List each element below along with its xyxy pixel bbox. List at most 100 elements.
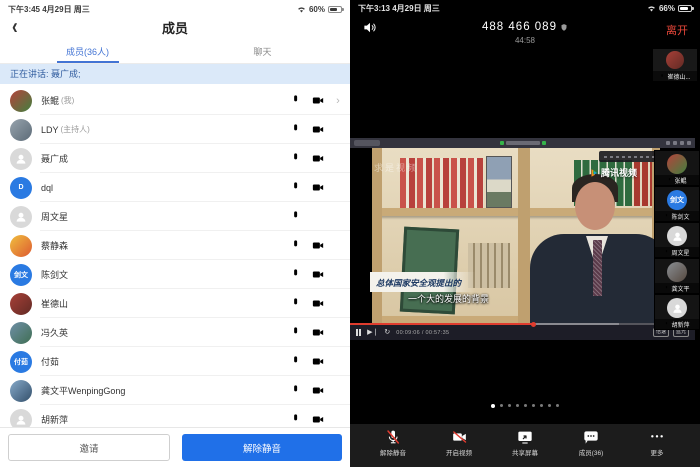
participant-thumbnail[interactable]: 张鲲	[654, 150, 700, 186]
camera-status-icon	[311, 152, 325, 165]
thumbnail-name: 周文星	[671, 248, 689, 257]
participant-thumbnail[interactable]: 龚文平	[654, 258, 700, 294]
wifi-icon	[647, 5, 656, 12]
member-row[interactable]: 崔德山 ›	[0, 289, 350, 318]
back-chevron-icon[interactable]: ‹	[12, 14, 18, 40]
play-logo-icon	[589, 168, 599, 178]
pause-button[interactable]	[356, 329, 361, 336]
toolbar-unmute[interactable]: 解除静音	[372, 429, 414, 467]
avatar-initials: 付茹	[14, 357, 28, 367]
speaker-audio-icon[interactable]	[362, 20, 378, 40]
member-row[interactable]: D dql ›	[0, 173, 350, 202]
tab-chat[interactable]: 聊天	[175, 42, 350, 63]
more-dots-icon	[649, 429, 665, 445]
member-avatar	[10, 293, 32, 315]
camera-status-icon	[311, 384, 325, 397]
page-dot	[548, 404, 551, 407]
member-row[interactable]: 蔡静森 ›	[0, 231, 350, 260]
camera-status-icon	[311, 239, 325, 252]
toolbar-share-screen[interactable]: 共享屏幕	[504, 429, 546, 467]
mic-status-icon	[289, 210, 302, 223]
tencent-video-logo: 腾讯视频	[589, 166, 637, 179]
right-battery-icon	[678, 5, 692, 12]
member-avatar	[10, 409, 32, 428]
meeting-toolbar: 解除静音 开启视频 共享屏幕	[350, 424, 700, 467]
shelf-frame	[372, 148, 382, 325]
thumbnail-avatar: 剑文	[667, 190, 687, 210]
person-placeholder-icon	[14, 210, 28, 224]
member-row[interactable]: 付茹 付茹 ›	[0, 347, 350, 376]
left-status-time: 下午3:45 4月29日 周三	[8, 4, 90, 15]
member-row[interactable]: 龚文平WenpingGong ›	[0, 376, 350, 405]
camera-status-icon	[311, 355, 325, 368]
playback-time: 00:09:06 / 00:57:35	[396, 330, 449, 336]
member-avatar	[10, 380, 32, 402]
member-name: 胡新萍	[41, 413, 68, 426]
speaker-person	[575, 182, 615, 230]
camera-status-icon	[311, 326, 325, 339]
mic-status-icon	[289, 123, 302, 136]
member-avatar: D	[10, 177, 32, 199]
page-dot	[524, 404, 527, 407]
member-name: 龚文平WenpingGong	[41, 384, 125, 397]
member-row[interactable]: LDY (主持人) ›	[0, 115, 350, 144]
member-avatar	[10, 206, 32, 228]
member-name: LDY	[41, 125, 59, 135]
replay-icon[interactable]: ↻	[384, 325, 390, 340]
participant-thumbnail[interactable]: 周文星	[654, 222, 700, 258]
thumbnail-mic-icon	[664, 249, 669, 255]
shelf-board	[372, 208, 660, 216]
member-row[interactable]: 张鲲 (我) ›	[0, 86, 350, 115]
shield-icon	[560, 23, 568, 32]
camera-status-icon	[311, 297, 325, 310]
member-role-tag: (主持人)	[61, 124, 90, 135]
camera-status-icon	[311, 268, 325, 281]
thumbnail-name: 龚文平	[671, 284, 689, 293]
person-placeholder-icon	[14, 413, 28, 427]
page-dot	[532, 404, 535, 407]
leave-button[interactable]: 离开	[666, 22, 688, 38]
left-battery-icon	[328, 6, 342, 13]
toolbar-start-video[interactable]: 开启视频	[438, 429, 480, 467]
member-avatar	[10, 322, 32, 344]
invite-button[interactable]: 邀请	[8, 434, 170, 461]
camera-off-icon	[451, 429, 468, 445]
member-row[interactable]: 周文星 ›	[0, 202, 350, 231]
meeting-timer: 44:58	[350, 36, 700, 45]
participant-thumbnail[interactable]: 胡新萍	[654, 294, 700, 330]
right-battery-percent: 66%	[659, 4, 675, 13]
page-dot	[556, 404, 559, 407]
video-player-controls: ▶❘ ↻ 00:09:06 / 00:57:35 倍速 蓝光	[350, 325, 695, 340]
video-progress-played	[350, 323, 533, 325]
person-placeholder-icon	[14, 152, 28, 166]
avatar-initials: D	[18, 184, 23, 191]
page-dot	[500, 404, 503, 407]
speaker-avatar	[666, 51, 684, 69]
toolbar-more[interactable]: 更多	[636, 429, 678, 467]
thumbnail-avatar	[667, 154, 687, 174]
member-name: dql	[41, 183, 53, 193]
thumbnail-name: 陈剑文	[671, 212, 689, 221]
thumbnail-mic-icon	[667, 177, 672, 183]
active-speaker-tile[interactable]: 崔德山...	[652, 48, 698, 82]
tab-members[interactable]: 成员(36人)	[0, 42, 175, 63]
video-progress-bar[interactable]	[350, 323, 695, 325]
video-progress-knob[interactable]	[531, 322, 536, 327]
left-status-bar: 下午3:45 4月29日 周三 60%	[0, 0, 350, 16]
member-row[interactable]: 聂广成 ›	[0, 144, 350, 173]
camera-status-icon	[311, 181, 325, 194]
member-row[interactable]: 剑文 陈剑文 ›	[0, 260, 350, 289]
member-row[interactable]: 冯久英 ›	[0, 318, 350, 347]
toolbar-members[interactable]: 成员(36)	[570, 429, 612, 467]
member-name: 陈剑文	[41, 268, 68, 281]
left-battery-percent: 60%	[309, 5, 325, 14]
thumbnail-mic-icon	[664, 213, 669, 219]
unmute-button[interactable]: 解除静音	[182, 434, 342, 461]
member-row[interactable]: 胡新萍 ›	[0, 405, 350, 427]
shelf-frame	[518, 148, 530, 325]
share-indicator	[500, 141, 546, 145]
next-episode-button[interactable]: ▶❘	[367, 325, 378, 340]
participant-thumbnail[interactable]: 剑文 陈剑文	[654, 186, 700, 222]
video-caption-box: 总体国家安全观提出的	[370, 272, 475, 292]
mic-status-icon	[289, 413, 302, 426]
